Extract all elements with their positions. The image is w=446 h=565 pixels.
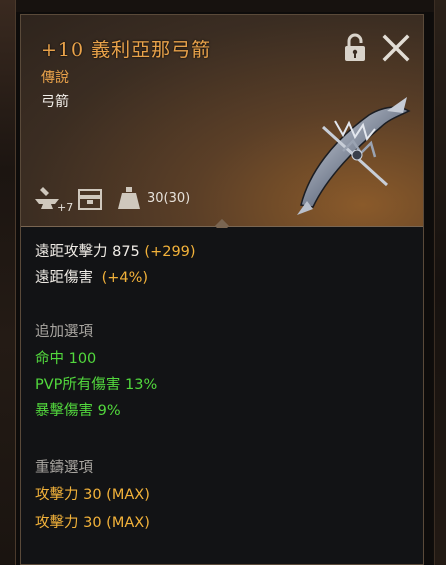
chest-icon <box>78 189 102 210</box>
reforge-option-item: 攻擊力 30 (MAX) <box>35 487 150 503</box>
bonus-option-item: PVP所有傷害 13% <box>35 377 158 393</box>
item-tooltip: +10 義利亞那弓箭 傳說 弓箭 +7 30(30) 遠距攻擊力 875 (+2… <box>20 14 424 565</box>
tooltip-header: +10 義利亞那弓箭 傳說 弓箭 +7 30(30) <box>21 15 423 227</box>
item-grade: 傳說 <box>41 70 69 86</box>
top-strip <box>16 0 434 12</box>
weight-value: 30(30) <box>147 191 191 206</box>
enhance-count: +7 <box>57 201 74 214</box>
ranged-attack-stat: 遠距攻擊力 875 (+299) <box>35 240 196 261</box>
bonus-option-item: 暴擊傷害 9% <box>35 403 121 419</box>
item-type: 弓箭 <box>41 94 69 110</box>
right-border <box>434 0 446 565</box>
crossbow-artwork <box>297 97 411 215</box>
reforge-option-item: 攻擊力 30 (MAX) <box>35 515 150 531</box>
weight-icon <box>118 187 140 209</box>
ranged-damage-stat: 遠距傷害 (+4%) <box>35 266 148 287</box>
left-border <box>0 0 16 565</box>
ranged-attack-label: 遠距攻擊力 875 <box>35 244 140 260</box>
tooltip-body: 遠距攻擊力 875 (+299) 遠距傷害 (+4%) 追加選項 命中 100 … <box>21 228 423 564</box>
reforge-options-header: 重鑄選項 <box>35 460 93 476</box>
ranged-damage-label: 遠距傷害 <box>35 270 93 286</box>
close-button[interactable] <box>381 33 411 63</box>
ranged-attack-bonus: (+299) <box>144 244 196 260</box>
ranged-damage-bonus: (+4%) <box>101 270 149 286</box>
bonus-option-item: 命中 100 <box>35 351 97 367</box>
padlock-icon <box>345 33 365 61</box>
item-name: +10 義利亞那弓箭 <box>41 39 212 61</box>
item-meta-row: +7 30(30) <box>33 183 233 219</box>
bonus-options-header: 追加選項 <box>35 324 93 340</box>
close-icon <box>382 34 410 62</box>
lock-button[interactable] <box>343 33 367 63</box>
